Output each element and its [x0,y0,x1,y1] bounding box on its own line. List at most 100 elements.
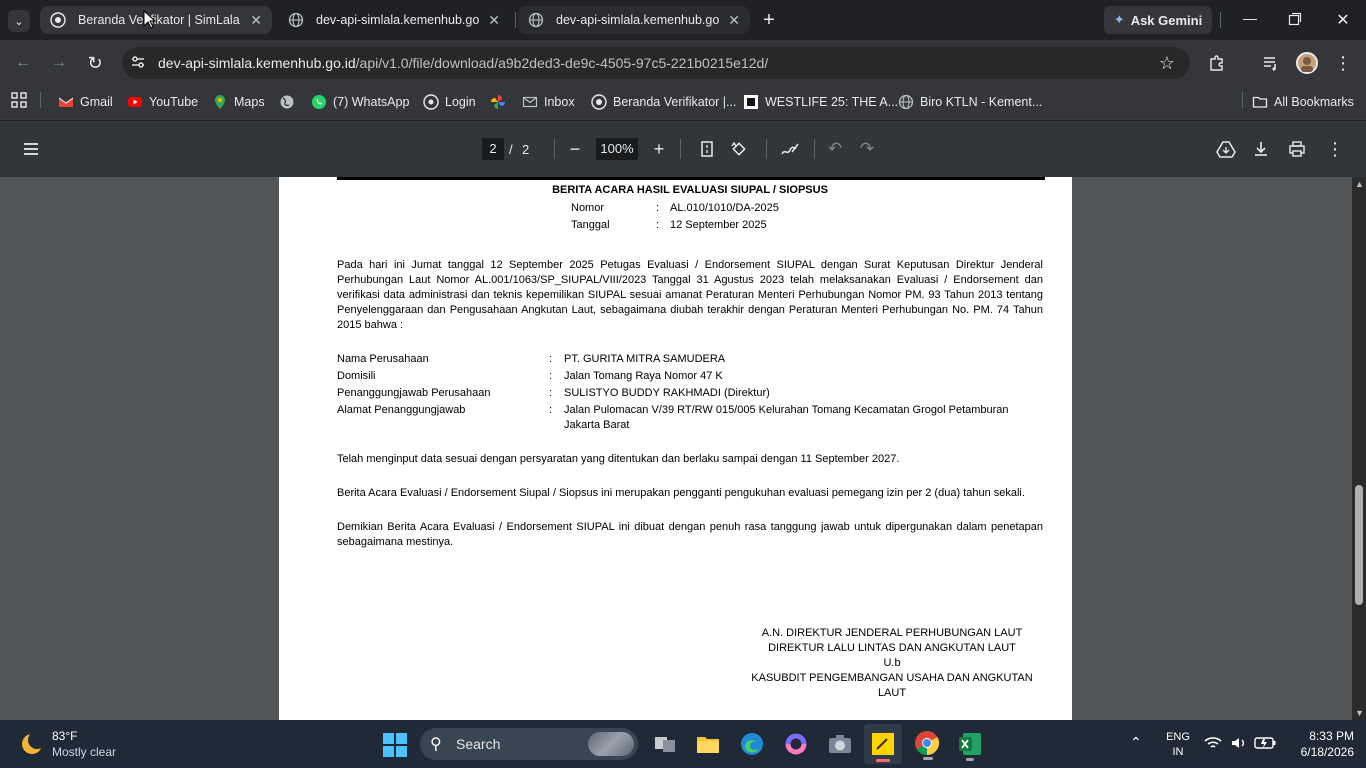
bookmark-whatsapp[interactable]: (7) WhatsApp [311,92,409,112]
arrow-right-icon: → [51,54,67,71]
bookmark-star-button[interactable]: ☆ [1156,52,1178,74]
paragraph-replacement: Berita Acara Evaluasi / Endorsement Siup… [337,487,1025,499]
print-button[interactable] [1288,140,1306,158]
tab-dev-api-2[interactable]: dev-api-simlala.kemenhub.go.id ✕ [518,6,750,34]
bookmark-youtube[interactable]: YouTube [127,92,198,112]
bookmark-label: WESTLIFE 25: THE A... [765,95,899,109]
url-path: /api/v1.0/file/download/a9b2ded3-de9c-45… [355,55,769,71]
simlala-icon [50,12,66,28]
chevron-up-icon: ⌃ [1130,734,1142,750]
tray-overflow-button[interactable]: ⌃ [1130,734,1146,752]
sticky-notes-app[interactable] [864,724,902,764]
bookmark-beranda[interactable]: Beranda Verifikator |... [591,92,736,112]
scrollbar-thumb[interactable] [1355,485,1363,605]
all-bookmarks-button[interactable]: All Bookmarks [1252,92,1354,112]
back-button[interactable]: ← [12,52,34,74]
fit-page-button[interactable] [698,140,716,158]
bookmark-maps[interactable]: Maps [212,92,265,112]
media-control-button[interactable] [1260,52,1282,74]
undo-button[interactable]: ↶ [826,139,844,159]
forward-button[interactable]: → [48,52,70,74]
pdf-scrollbar[interactable]: ▲ ▼ [1352,177,1366,720]
bookmark-globe[interactable] [279,92,301,112]
gemini-sparkle-icon: ✦ [1113,12,1125,27]
save-to-drive-button[interactable] [1216,140,1236,158]
language-code: ENG [1166,731,1190,743]
apps-button[interactable] [10,91,28,109]
download-button[interactable] [1252,140,1270,158]
weather-widget[interactable]: 83°F Mostly clear [14,726,134,762]
more-vertical-icon: ⋮ [1326,139,1344,159]
camera-icon[interactable] [828,733,852,755]
rotate-button[interactable] [730,140,748,158]
bookmark-gmail[interactable]: Gmail [58,92,113,112]
url-text[interactable]: dev-api-simlala.kemenhub.go.id/api/v1.0/… [158,55,768,71]
url-host: dev-api-simlala.kemenhub.go.id [158,55,356,71]
edge-icon[interactable] [740,732,764,756]
active-indicator [966,758,974,761]
bookmark-label: Biro KTLN - Kement... [920,95,1043,109]
zoom-input[interactable]: 100% [596,138,638,160]
annotate-button[interactable] [780,140,800,158]
tab-dev-api-1[interactable]: dev-api-simlala.kemenhub.go.id ✕ [278,6,510,34]
zoom-in-button[interactable]: + [650,139,668,159]
field-value-penanggungjawab: SULISTYO BUDDY RAKHMADI (Direktur) [564,387,770,399]
close-icon[interactable]: ✕ [728,12,740,29]
minimize-button[interactable]: — [1240,10,1260,30]
clock[interactable]: 8:33 PM 6/18/2026 [1290,728,1354,760]
tab-search-button[interactable]: ⌄ [8,10,30,32]
fit-page-icon [701,141,713,157]
volume-icon[interactable] [1230,735,1248,751]
tab-divider [515,12,516,28]
extensions-button[interactable] [1206,52,1228,74]
pdf-viewport[interactable]: BERITA ACARA HASIL EVALUASI SIUPAL / SIO… [0,177,1352,720]
excel-app[interactable] [958,732,984,762]
pdf-page: BERITA ACARA HASIL EVALUASI SIUPAL / SIO… [279,177,1072,720]
search-highlight-image [588,732,634,756]
redo-button[interactable]: ↷ [858,139,876,159]
file-explorer-icon[interactable] [696,733,720,755]
star-icon: ☆ [1158,52,1176,73]
pdf-more-button[interactable]: ⋮ [1326,139,1344,159]
chrome-menu-button[interactable]: ⋮ [1332,52,1354,74]
reload-button[interactable]: ↻ [84,52,106,74]
ask-gemini-button[interactable]: ✦ Ask Gemini [1104,6,1212,34]
site-info-button[interactable] [130,54,148,72]
copilot-icon[interactable] [784,732,808,756]
close-window-button[interactable]: ✕ [1334,10,1352,30]
bookmark-westlife[interactable]: WESTLIFE 25: THE A... [743,92,898,112]
close-icon[interactable]: ✕ [488,12,500,29]
bookmark-label: Gmail [80,95,113,109]
download-icon [1255,142,1267,156]
login-icon [423,94,439,110]
signature-line-1: A.N. DIREKTUR JENDERAL PERHUBUNGAN LAUT [761,627,1023,639]
scroll-down-arrow-icon[interactable]: ▼ [1355,708,1364,718]
field-value-nama: PT. GURITA MITRA SAMUDERA [564,353,726,365]
pen-icon [781,143,799,155]
bookmarks-divider [40,92,41,108]
zoom-out-button[interactable]: − [566,139,584,159]
page-number-input[interactable]: 2 [482,138,504,160]
folder-icon [1252,96,1268,108]
chrome-app[interactable] [914,730,944,762]
bookmark-biro-ktln[interactable]: Biro KTLN - Kement... [898,92,1042,112]
apps-grid-icon [11,92,27,108]
battery-icon[interactable] [1254,736,1276,750]
taskbar-search[interactable]: ⚲ Search [420,728,638,760]
wifi-icon[interactable] [1204,735,1222,751]
bookmark-login[interactable]: Login [423,92,476,112]
task-view-icon[interactable] [654,734,676,754]
bookmark-inbox[interactable]: Inbox [522,92,575,112]
close-icon[interactable]: ✕ [250,12,262,29]
language-indicator[interactable]: ENG IN [1164,730,1192,760]
restore-button[interactable] [1288,12,1302,26]
profile-avatar[interactable] [1296,52,1318,74]
bookmark-pinwheel[interactable] [490,92,512,112]
westlife-icon [744,95,758,109]
new-tab-button[interactable]: + [758,8,780,32]
pdf-menu-button[interactable] [22,140,40,158]
scroll-up-arrow-icon[interactable]: ▲ [1355,179,1364,189]
start-button[interactable] [382,732,408,758]
windows-logo-icon [383,733,407,757]
ask-gemini-label: Ask Gemini [1130,12,1203,28]
